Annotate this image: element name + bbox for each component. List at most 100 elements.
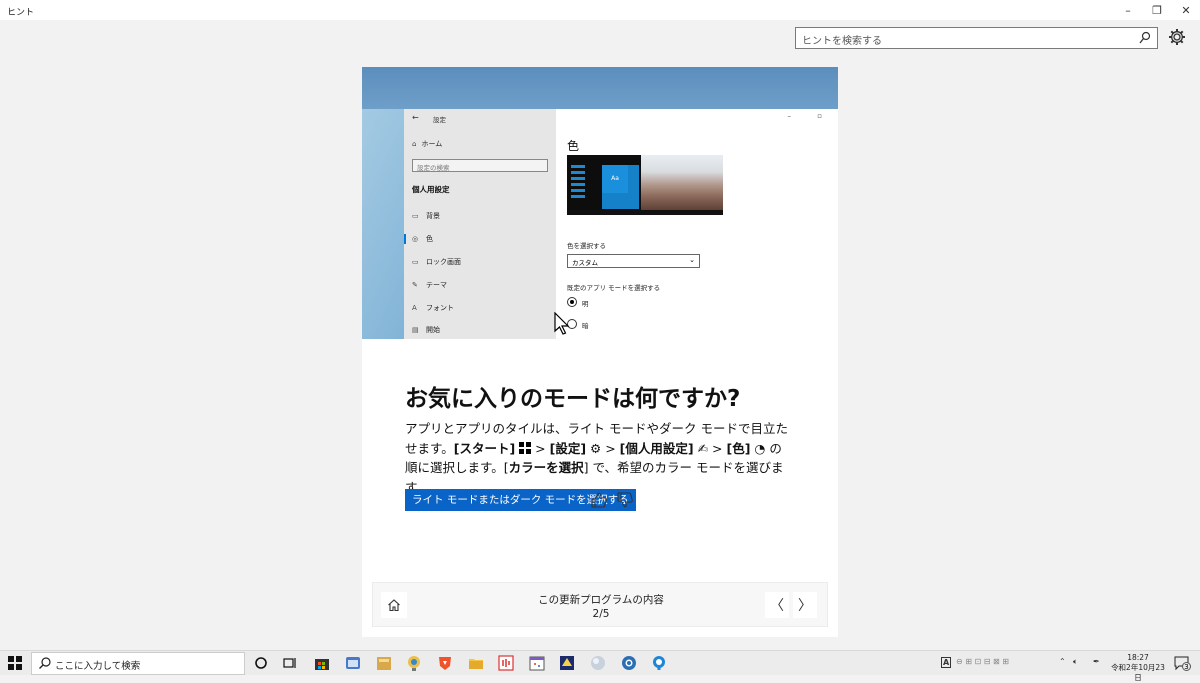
clock-time: 18:27	[1127, 653, 1149, 662]
pager-title: この更新プログラムの内容	[538, 594, 664, 606]
thumbs-down-icon[interactable]	[616, 491, 634, 509]
body-sep: >	[531, 440, 550, 456]
settings-sidebar: ← 設定 ⌂ ホーム 設定の検索 個人用設定 ▭ 背景 ◎ 色 ▭ ロック画面 ✎ テーマ…	[404, 109, 556, 339]
back-arrow-icon: ←	[412, 113, 419, 122]
taskbar-search-placeholder: ここに入力して検索	[55, 661, 141, 672]
color-dropdown: カスタム ⌄	[567, 254, 700, 268]
body-personal: [個人用設定]	[619, 440, 694, 456]
cortana-icon[interactable]	[252, 654, 270, 672]
nav-label: 背景	[426, 212, 440, 220]
taskbar-search-box[interactable]: ここに入力して検索	[31, 652, 245, 675]
pager-position: 2/5	[592, 608, 610, 620]
globe-app-icon[interactable]	[405, 654, 423, 672]
minimize-button[interactable]: –	[1114, 0, 1142, 20]
windows-start-icon[interactable]	[8, 656, 22, 670]
settings-nav-theme: ✎ テーマ	[412, 280, 447, 290]
settings-section-heading: 個人用設定	[412, 185, 450, 194]
settings-search-placeholder: 設定の検索	[417, 164, 450, 172]
nav-label: フォント	[426, 304, 454, 312]
settings-search-box: 設定の検索	[412, 159, 548, 172]
choose-color-label: 色を選択する	[567, 242, 606, 250]
close-button[interactable]: ✕	[1172, 0, 1200, 20]
theme-preview: Aa	[567, 155, 723, 215]
settings-nav-background: ▭ 背景	[412, 211, 440, 221]
audio-app-icon[interactable]	[497, 654, 515, 672]
chevron-left-icon: 〈	[770, 598, 784, 614]
game-app-icon[interactable]	[558, 654, 576, 672]
volume-icon[interactable]: 🔈︎	[1073, 657, 1078, 667]
ime-indicator[interactable]: A	[941, 657, 952, 668]
nav-label: ロック画面	[426, 258, 461, 266]
search-icon	[1139, 31, 1151, 44]
pen-icon[interactable]: ✒︎	[1093, 657, 1100, 666]
search-input[interactable]: ヒントを検索する	[795, 27, 1158, 49]
archive-app-icon[interactable]	[375, 654, 393, 672]
nav-label: 色	[426, 235, 433, 243]
start-list	[571, 165, 589, 209]
color-page-heading: 色	[567, 139, 580, 153]
edge-like-icon[interactable]	[620, 654, 638, 672]
pen-tablet-icon: ✍	[697, 440, 709, 456]
thumbs-up-icon[interactable]	[590, 491, 608, 509]
notification-center-icon[interactable]: 3	[1174, 655, 1191, 671]
tray-status-icons[interactable]: ⊖ ⊞ ⊡ ⊟ ⊠ ⊞	[956, 657, 1009, 666]
dark-mode-label: 暗	[582, 322, 589, 330]
chevron-down-icon: ⌄	[689, 256, 695, 264]
file-explorer-icon[interactable]	[467, 654, 485, 672]
sphere-app-icon[interactable]	[589, 654, 607, 672]
settings-title: 設定	[433, 116, 446, 124]
preview-taskbar	[567, 210, 723, 215]
nav-label: 開始	[426, 326, 440, 334]
tip-heading: お気に入りのモードは何ですか?	[405, 386, 741, 412]
tip-hero-image: ← 設定 ⌂ ホーム 設定の検索 個人用設定 ▭ 背景 ◎ 色 ▭ ロック画面 ✎ テーマ…	[362, 67, 838, 339]
windows-logo-icon	[519, 441, 532, 454]
taskbar: ここに入力して検索 A ⊖ ⊞ ⊡ ⊟ ⊠ ⊞ ⌃ 🔈︎ ✒︎ 18:27 令和…	[0, 650, 1200, 682]
gear-icon[interactable]	[1168, 28, 1186, 46]
start-icon: ▤	[412, 326, 419, 334]
app-window-icon[interactable]	[344, 654, 362, 672]
body-sep: >	[601, 440, 620, 456]
mouse-cursor-icon	[554, 312, 570, 335]
gear-icon: ⚙	[590, 440, 602, 456]
settings-home-item: ⌂ ホーム	[412, 139, 442, 149]
app-mode-label: 既定のアプリ モードを選択する	[567, 284, 661, 292]
next-button[interactable]: 〉	[793, 592, 817, 618]
desert-wallpaper	[641, 155, 723, 210]
settings-window-preview: ← 設定 ⌂ ホーム 設定の検索 個人用設定 ▭ 背景 ◎ 色 ▭ ロック画面 ✎ テーマ…	[404, 109, 838, 339]
notification-badge: 3	[1182, 662, 1191, 671]
chevron-up-icon[interactable]: ⌃	[1059, 657, 1066, 666]
title-bar: ヒント – ❐ ✕	[0, 0, 1200, 20]
nav-label: テーマ	[426, 281, 447, 289]
color-dropdown-value: カスタム	[572, 259, 598, 267]
tile-aa: Aa	[602, 165, 628, 193]
window-title: ヒント	[7, 8, 35, 18]
palette-icon: ◔	[754, 440, 766, 456]
body-color: [色]	[726, 440, 751, 456]
taskbar-clock[interactable]: 18:27 令和2年10月23日	[1108, 653, 1168, 683]
brave-browser-icon[interactable]	[436, 654, 454, 672]
body-start: [スタート]	[453, 440, 516, 456]
chevron-right-icon: 〉	[798, 598, 812, 614]
settings-nav-font: A フォント	[412, 303, 454, 313]
restore-button[interactable]: ❐	[1143, 0, 1171, 20]
background-icon: ▭	[412, 212, 419, 220]
store-icon[interactable]	[313, 654, 331, 672]
body-settings: [設定]	[549, 440, 587, 456]
body-choose-color: カラーを選択	[508, 460, 584, 475]
theme-icon: ✎	[412, 281, 418, 289]
font-icon: A	[412, 304, 417, 312]
search-icon	[39, 657, 51, 669]
light-mode-label: 明	[582, 300, 589, 308]
previous-button[interactable]: 〈	[765, 592, 789, 618]
light-mode-radio	[567, 297, 577, 307]
tips-app: ヒントを検索する ← 設定 ⌂ ホーム 設定の検索 個人用設定 ▭ 背景 ◎ 色…	[0, 20, 1200, 650]
selected-indicator	[404, 234, 406, 244]
tips-app-icon[interactable]	[650, 654, 668, 672]
calendar-app-icon[interactable]	[528, 654, 546, 672]
search-placeholder: ヒントを検索する	[802, 36, 882, 47]
body-sep: >	[708, 440, 727, 456]
task-view-icon[interactable]	[281, 654, 299, 672]
lockscreen-icon: ▭	[412, 258, 419, 266]
clock-date: 令和2年10月23日	[1111, 663, 1165, 682]
tip-body: アプリとアプリのタイルは、ライト モードやダーク モードで目立たせます。[スター…	[405, 419, 790, 497]
